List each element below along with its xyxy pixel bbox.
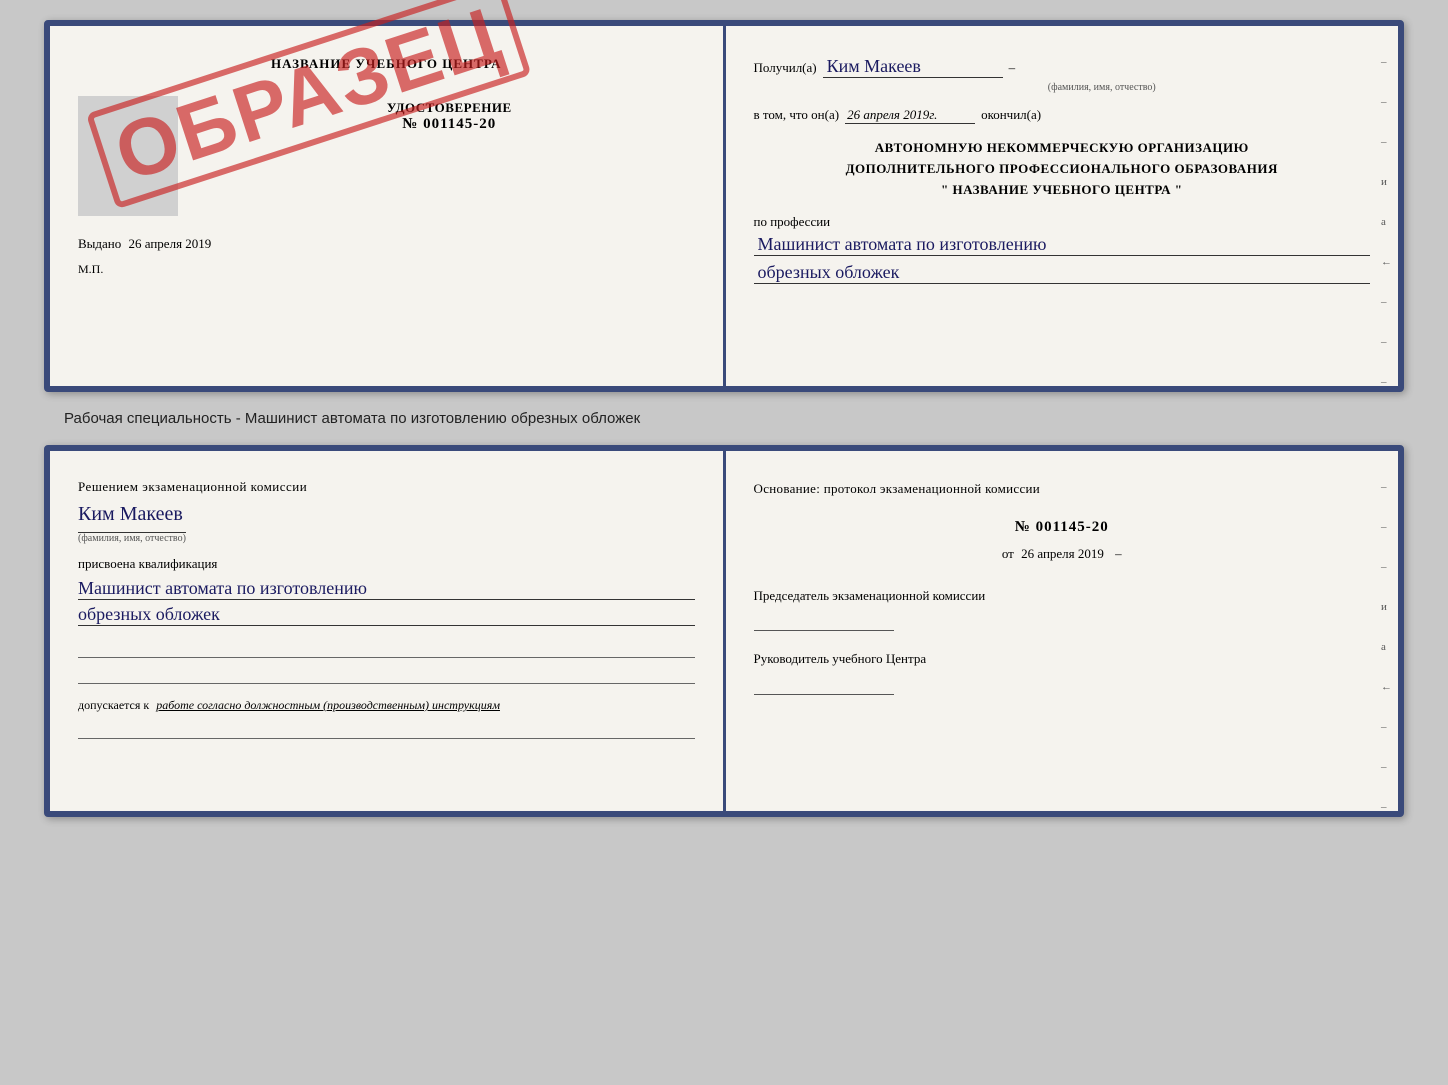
protocol-date-value: 26 апреля 2019 (1021, 546, 1104, 561)
cert-school-title: НАЗВАНИЕ УЧЕБНОГО ЦЕНТРА (78, 56, 695, 72)
org-line2: ДОПОЛНИТЕЛЬНОГО ПРОФЕССИОНАЛЬНОГО ОБРАЗО… (754, 159, 1371, 180)
decision-header: Решением экзаменационной комиссии (78, 479, 695, 495)
blank-line-2 (78, 666, 695, 684)
allowed-blank (78, 721, 695, 739)
back-recipient-name: Ким Макеев (78, 503, 695, 526)
director-block: Руководитель учебного Центра (754, 649, 1371, 695)
dash: – (1009, 60, 1016, 76)
director-sig-line (754, 675, 894, 695)
back-name-subtitle: (фамилия, имя, отчество) (78, 532, 186, 544)
profession-line2: обрезных обложек (754, 262, 1371, 284)
cert-back-right: Основание: протокол экзаменационной коми… (726, 451, 1399, 811)
finished-label: окончил(а) (981, 107, 1041, 123)
completion-date: 26 апреля 2019г. (845, 107, 975, 124)
protocol-date-prefix: от (1002, 546, 1014, 561)
org-line3: " НАЗВАНИЕ УЧЕБНОГО ЦЕНТРА " (754, 180, 1371, 201)
mp-label: М.П. (78, 262, 695, 277)
chairman-block: Председатель экзаменационной комиссии (754, 586, 1371, 632)
basis-header: Основание: протокол экзаменационной коми… (754, 479, 1371, 499)
cert-back-left: Решением экзаменационной комиссии Ким Ма… (50, 451, 726, 811)
name-subtitle-top: (фамилия, имя, отчество) (834, 82, 1371, 93)
caption-text: Рабочая специальность - Машинист автомат… (64, 410, 640, 427)
cert-front-right: Получил(а) Ким Макеев – (фамилия, имя, о… (726, 26, 1399, 386)
protocol-number: № 001145-20 (754, 519, 1371, 536)
allowed-text: допускается к работе согласно должностны… (78, 698, 695, 713)
blank-line-1 (78, 640, 695, 658)
profession-label: по профессии (754, 214, 1371, 230)
top-certificate-spread: НАЗВАНИЕ УЧЕБНОГО ЦЕНТРА ОБРАЗЕЦ УДОСТОВ… (44, 20, 1404, 392)
right-edge-marks: – – – и а ← – – – (1381, 56, 1392, 388)
chairman-sig-line (754, 611, 894, 631)
cert-front-left: НАЗВАНИЕ УЧЕБНОГО ЦЕНТРА ОБРАЗЕЦ УДОСТОВ… (50, 26, 726, 386)
received-prefix: Получил(а) (754, 60, 817, 76)
allowed-italic: работе согласно должностным (производств… (156, 698, 500, 712)
received-line: Получил(а) Ким Макеев – (754, 56, 1371, 78)
issued-row: Выдано 26 апреля 2019 (78, 236, 695, 252)
director-label: Руководитель учебного Центра (754, 649, 1371, 669)
in-that-row: в том, что он(а) 26 апреля 2019г. окончи… (754, 107, 1371, 124)
assigned-label: присвоена квалификация (78, 556, 695, 572)
qualification-line2: обрезных обложек (78, 604, 695, 626)
allowed-prefix: допускается к (78, 698, 149, 712)
org-line1: АВТОНОМНУЮ НЕКОММЕРЧЕСКУЮ ОРГАНИЗАЦИЮ (754, 138, 1371, 159)
issued-label: Выдано (78, 236, 121, 251)
back-right-edge-marks: – – – и а ← – – – (1381, 481, 1392, 813)
bottom-certificate-spread: Решением экзаменационной комиссии Ким Ма… (44, 445, 1404, 817)
profession-line1: Машинист автомата по изготовлению (754, 234, 1371, 256)
in-that-prefix: в том, что он(а) (754, 107, 840, 123)
cert-label: УДОСТОВЕРЕНИЕ (204, 100, 695, 116)
issued-date: 26 апреля 2019 (129, 236, 212, 251)
photo-placeholder (78, 96, 178, 216)
protocol-date: от 26 апреля 2019 – (754, 546, 1371, 562)
cert-number: № 001145-20 (204, 116, 695, 133)
org-block: АВТОНОМНУЮ НЕКОММЕРЧЕСКУЮ ОРГАНИЗАЦИЮ ДО… (754, 138, 1371, 200)
qualification-line1: Машинист автомата по изготовлению (78, 578, 695, 600)
recipient-name: Ким Макеев (823, 56, 1003, 78)
chairman-label: Председатель экзаменационной комиссии (754, 586, 1371, 606)
